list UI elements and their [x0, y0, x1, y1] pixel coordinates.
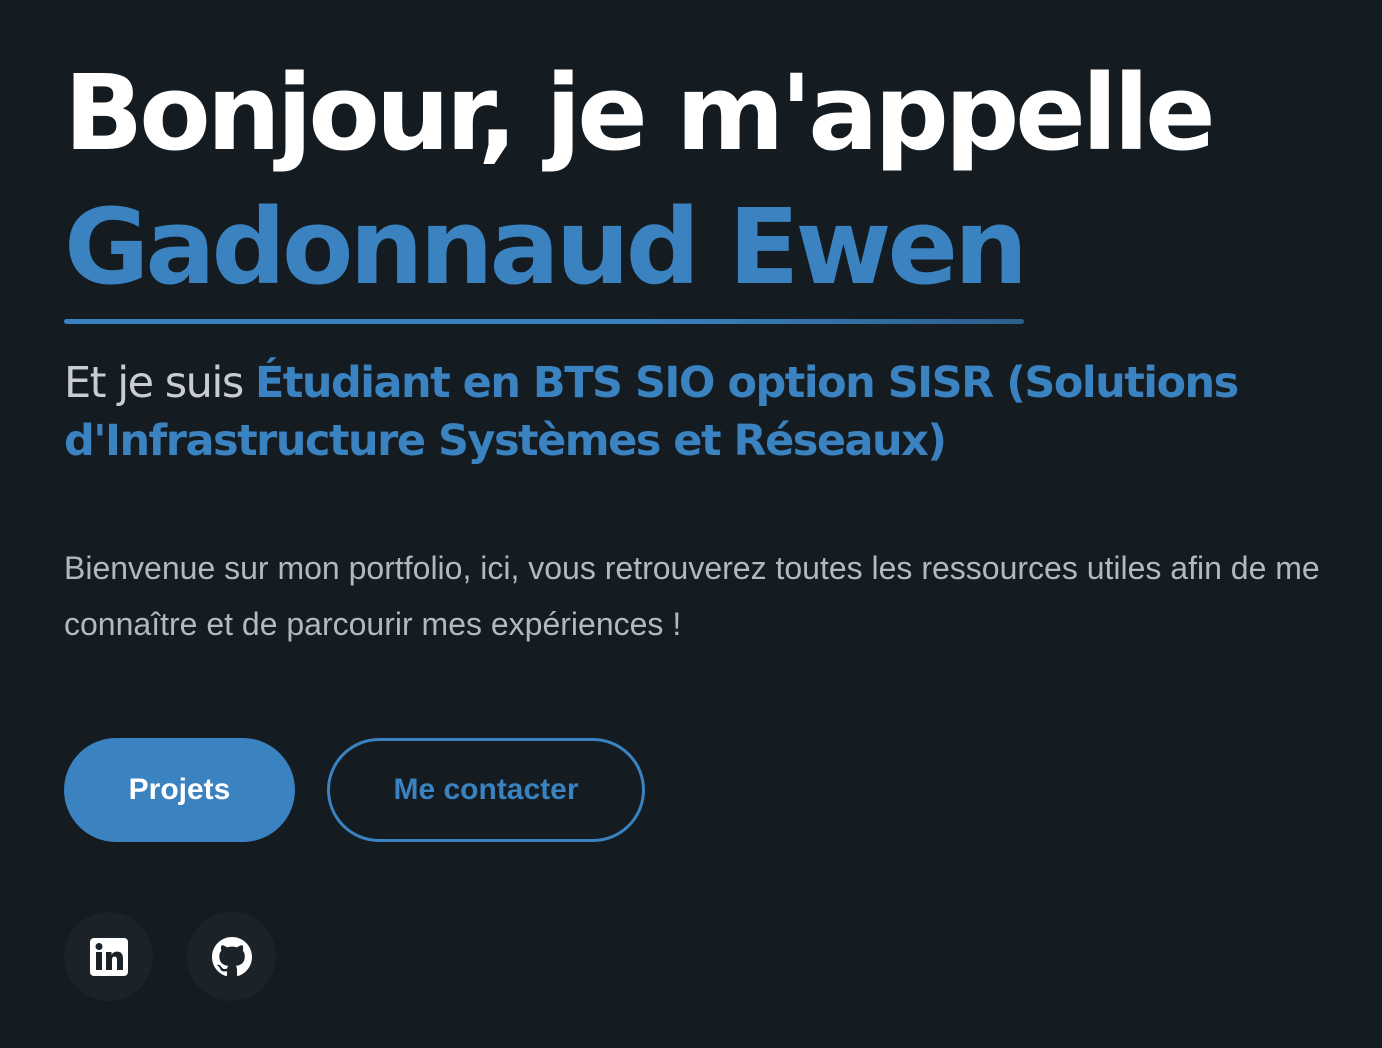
projects-button[interactable]: Projets	[64, 738, 295, 842]
hero-name-text: Gadonnaud Ewen	[64, 186, 1028, 308]
hero-section: Bonjour, je m'appelle Gadonnaud Ewen Et …	[0, 0, 1382, 1048]
linkedin-link[interactable]	[64, 912, 153, 1001]
hero-subtitle: Et je suis Étudiant en BTS SIO option SI…	[64, 354, 1294, 470]
contact-button[interactable]: Me contacter	[327, 738, 645, 842]
linkedin-icon	[89, 937, 128, 976]
subtitle-prefix: Et je suis	[64, 358, 255, 408]
hero-name: Gadonnaud Ewen	[64, 180, 1028, 324]
name-underline	[64, 319, 1025, 324]
hero-title-name-line: Gadonnaud Ewen	[64, 180, 1342, 324]
hero-title: Bonjour, je m'appelle Gadonnaud Ewen	[64, 0, 1342, 324]
hero-title-greeting: Bonjour, je m'appelle	[64, 52, 1216, 174]
github-icon	[211, 936, 252, 977]
github-link[interactable]	[187, 912, 276, 1001]
hero-buttons: Projets Me contacter	[64, 738, 1342, 842]
hero-intro: Bienvenue sur mon portfolio, ici, vous r…	[64, 550, 1320, 642]
social-links	[64, 912, 276, 1001]
